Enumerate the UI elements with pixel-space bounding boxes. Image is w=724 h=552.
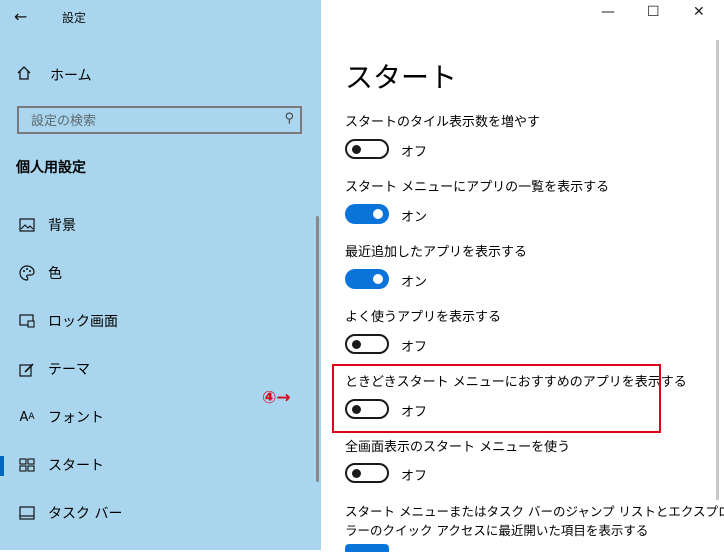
setting-label: 全画面表示のスタート メニューを使う <box>345 440 571 455</box>
sidebar: ← 設定 ホーム ⚲ 個人用設定 背景 色 ロック画面 テーマ <box>0 0 321 550</box>
image-icon <box>17 215 37 235</box>
sidebar-item-lock-screen[interactable]: ロック画面 <box>0 306 321 336</box>
setting-label: スタート メニューにアプリの一覧を表示する <box>345 180 610 195</box>
setting-label: 最近追加したアプリを表示する <box>345 245 528 260</box>
back-arrow-icon[interactable]: ← <box>14 7 27 26</box>
sidebar-item-label: ロック画面 <box>48 314 118 330</box>
setting-label: ラーのクイック アクセスに最近開いた項目を表示する <box>345 523 649 538</box>
sidebar-item-taskbar[interactable]: タスク バー <box>0 498 321 528</box>
toggle-most-used[interactable] <box>345 334 389 354</box>
sidebar-item-background[interactable]: 背景 <box>0 210 321 240</box>
toggle-knob <box>373 274 383 284</box>
lock-screen-icon <box>17 311 37 331</box>
sidebar-item-label: タスク バー <box>48 506 123 522</box>
home-icon <box>16 65 36 85</box>
start-icon <box>17 455 37 475</box>
sidebar-item-color[interactable]: 色 <box>0 258 321 288</box>
maximize-icon[interactable]: ☐ <box>647 4 660 20</box>
nav-home-label: ホーム <box>50 68 92 84</box>
font-icon: AA <box>19 409 35 425</box>
page-title: スタート <box>345 61 458 94</box>
sidebar-item-start[interactable]: スタート <box>0 450 321 480</box>
window-title: 設定 <box>62 11 87 25</box>
sidebar-item-label: スタート <box>48 458 104 474</box>
toggle-state: オフ <box>401 145 428 160</box>
search-box[interactable]: ⚲ <box>17 106 302 134</box>
toggle-knob <box>352 340 361 349</box>
toggle-app-list[interactable] <box>345 204 389 224</box>
toggle-state: オフ <box>401 340 428 355</box>
search-input[interactable] <box>29 111 273 131</box>
search-icon[interactable]: ⚲ <box>284 111 294 126</box>
sidebar-item-theme[interactable]: テーマ <box>0 354 321 384</box>
toggle-knob <box>352 469 361 478</box>
sidebar-item-label: 背景 <box>48 218 76 234</box>
setting-label: スタート メニューまたはタスク バーのジャンプ リストとエクスプロー <box>345 504 724 519</box>
content-scrollbar[interactable] <box>716 40 719 500</box>
minimize-icon[interactable]: — <box>601 4 615 20</box>
setting-label: よく使うアプリを表示する <box>345 310 502 325</box>
toggle-recent-items[interactable] <box>345 544 389 552</box>
toggle-state: オン <box>401 275 428 290</box>
section-title: 個人用設定 <box>16 160 86 176</box>
sidebar-item-label: フォント <box>48 410 104 426</box>
toggle-knob <box>373 209 383 219</box>
titlebar-left: ← 設定 <box>0 0 321 36</box>
toggle-more-tiles[interactable] <box>345 139 389 159</box>
step-annotation: ④→ <box>262 388 291 408</box>
toggle-recently-added[interactable] <box>345 269 389 289</box>
active-indicator <box>0 456 4 476</box>
toggle-state: オフ <box>401 469 428 484</box>
toggle-knob <box>352 145 361 154</box>
toggle-state: オン <box>401 210 428 225</box>
toggle-full-screen[interactable] <box>345 463 389 483</box>
theme-icon <box>17 359 37 379</box>
sidebar-item-label: テーマ <box>48 362 90 378</box>
palette-icon <box>17 263 37 283</box>
close-icon[interactable]: ✕ <box>693 4 705 20</box>
setting-label: スタートのタイル表示数を増やす <box>345 115 541 130</box>
nav-home[interactable]: ホーム <box>16 64 92 86</box>
sidebar-scrollbar[interactable] <box>316 216 319 482</box>
taskbar-icon <box>17 503 37 523</box>
highlight-box <box>332 364 661 433</box>
sidebar-item-label: 色 <box>48 266 62 282</box>
main-content: — ☐ ✕ スタート スタートのタイル表示数を増やす オフ スタート メニューに… <box>321 0 724 552</box>
